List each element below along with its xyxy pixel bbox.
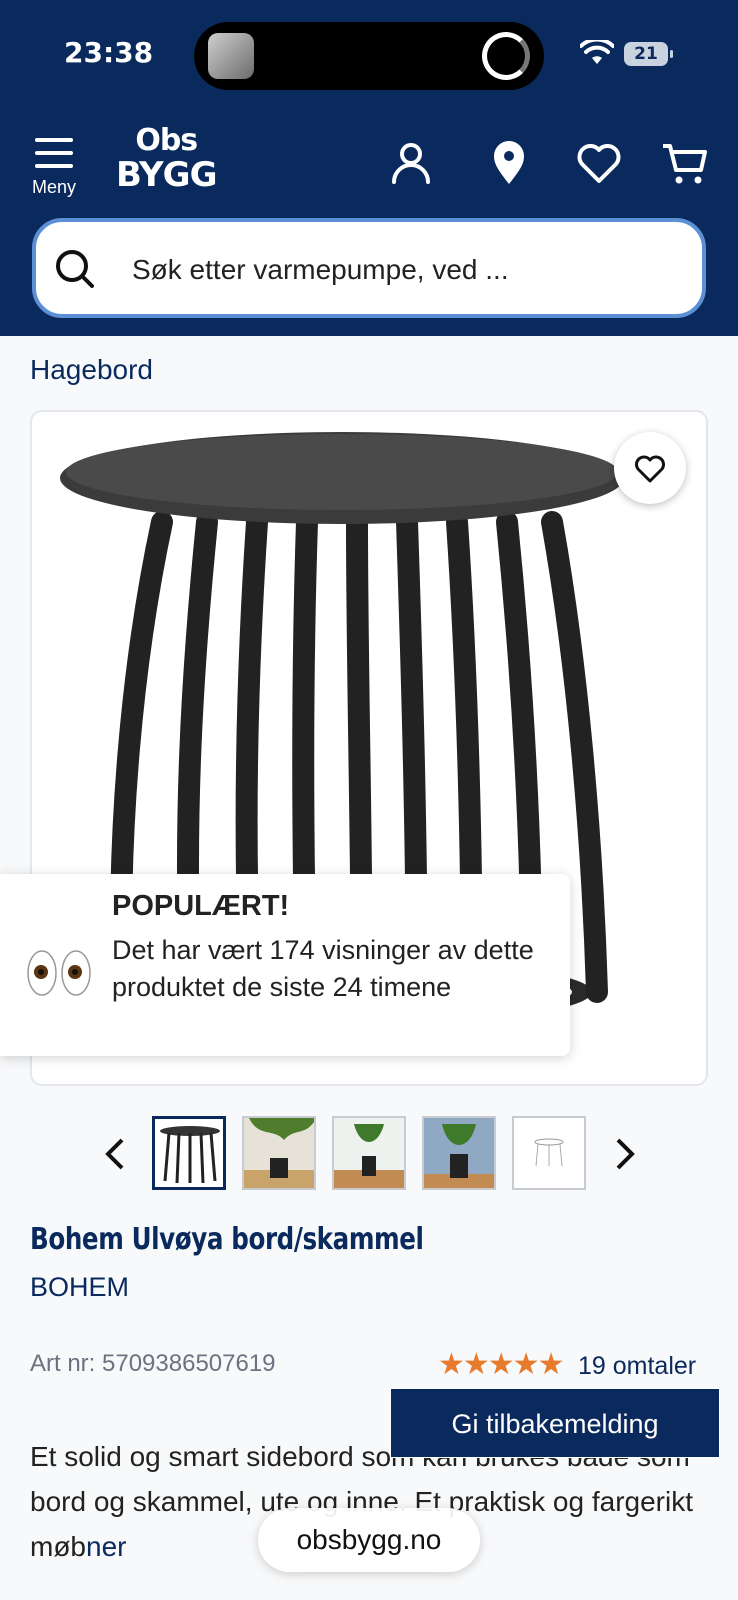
breadcrumb-current[interactable]: Hagebord	[30, 354, 153, 386]
product-brand-link[interactable]: BOHEM	[30, 1272, 129, 1303]
menu-label: Meny	[31, 177, 76, 197]
dynamic-island	[194, 22, 544, 90]
article-number: Art nr: 5709386507619	[30, 1350, 276, 1377]
thumbnail-3[interactable]	[332, 1116, 406, 1190]
thumbnail-1[interactable]	[152, 1116, 226, 1190]
heart-icon	[635, 455, 665, 483]
obs-bygg-logo[interactable]: Obs BYGG	[116, 123, 217, 195]
thumbnail-4[interactable]	[422, 1116, 496, 1190]
thumbnail-5[interactable]	[512, 1116, 586, 1190]
site-header: 23:38 21 Meny Obs BYGG Søk etter varmepu…	[0, 0, 738, 336]
search-input[interactable]: Søk etter varmepumpe, ved ...	[32, 218, 706, 318]
product-title: Bohem Ulvøya bord/skammel	[30, 1222, 424, 1257]
battery-indicator: 21	[624, 42, 673, 66]
store-location-icon[interactable]	[484, 138, 534, 188]
media-thumbnail	[208, 33, 254, 79]
logo-bottom-text: BYGG	[116, 155, 217, 195]
wifi-icon	[580, 40, 614, 64]
browser-url-bar[interactable]: obsbygg.no	[258, 1508, 480, 1572]
menu-button[interactable]: Meny	[24, 138, 84, 204]
popular-body: Det har vært 174 visninger av dette prod…	[112, 935, 534, 1002]
thumbnail-2[interactable]	[242, 1116, 316, 1190]
account-icon[interactable]	[386, 138, 436, 188]
popular-title: POPULÆRT!	[112, 890, 290, 922]
hamburger-icon	[24, 138, 84, 168]
chevron-left-icon[interactable]	[96, 1134, 136, 1174]
cart-icon[interactable]	[660, 138, 710, 188]
search-placeholder: Søk etter varmepumpe, ved ...	[132, 254, 509, 285]
feedback-button[interactable]: Gi tilbakemelding	[390, 1388, 720, 1458]
eyes-icon	[27, 950, 91, 996]
rating-stars[interactable]: ★★★★★	[438, 1350, 564, 1380]
logo-top-text: Obs	[135, 123, 198, 158]
add-to-wishlist-button[interactable]	[614, 432, 686, 504]
chevron-right-icon[interactable]	[604, 1134, 644, 1174]
reviews-link[interactable]: 19 omtaler	[578, 1352, 696, 1381]
wishlist-heart-icon[interactable]	[574, 138, 624, 188]
status-time: 23:38	[64, 36, 154, 69]
popular-notice: POPULÆRT! Det har vært 174 visninger av …	[0, 874, 570, 1056]
search-icon	[56, 250, 94, 288]
thumbnail-carousel	[0, 1116, 738, 1192]
read-more-link[interactable]: ner	[86, 1531, 126, 1562]
timer-ring-icon	[482, 32, 530, 80]
